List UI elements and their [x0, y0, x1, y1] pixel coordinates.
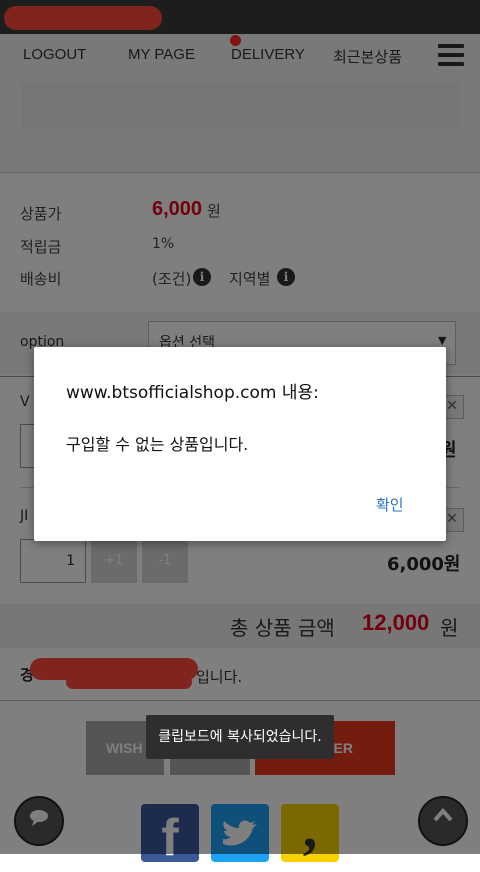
ok-button[interactable]: 확인 — [376, 494, 404, 515]
dialog-title: www.btsofficialshop.com 내용: — [66, 383, 319, 403]
alert-dialog: www.btsofficialshop.com 내용: 구입할 수 없는 상품입… — [34, 347, 446, 541]
dialog-message: 구입할 수 없는 상품입니다. — [66, 435, 249, 454]
copied-toast: 클립보드에 복사되었습니다. — [146, 715, 334, 759]
